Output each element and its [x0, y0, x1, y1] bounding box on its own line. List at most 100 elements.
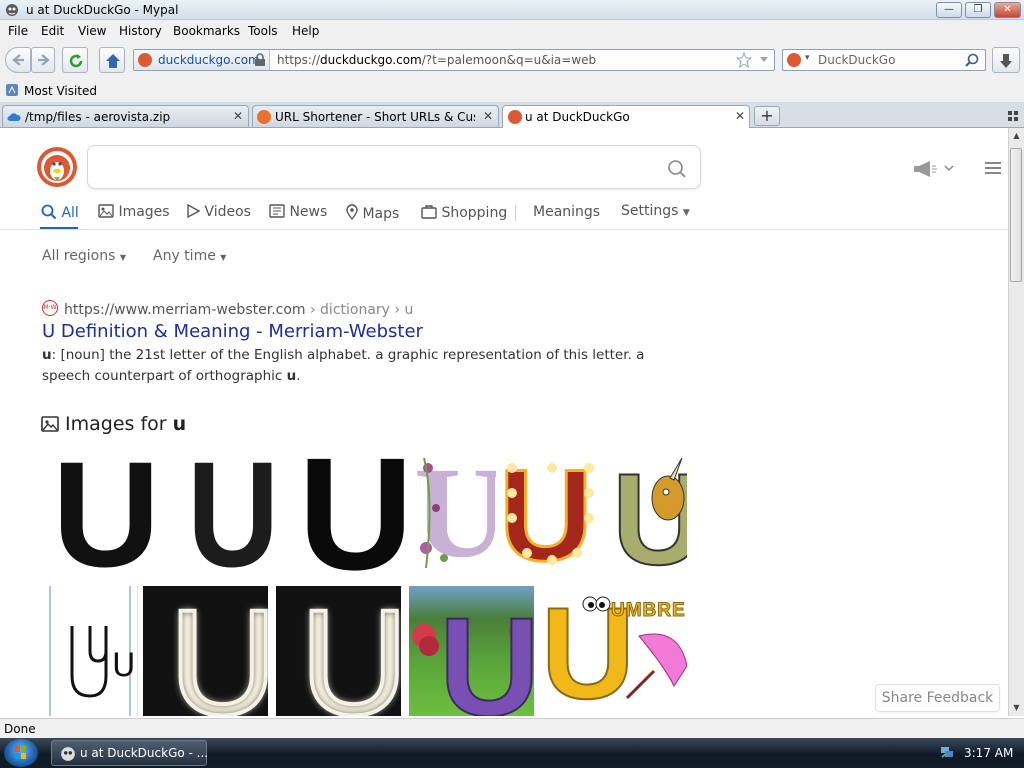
search-icon[interactable] [965, 53, 979, 67]
tab-close-icon[interactable]: ✕ [233, 109, 243, 123]
image-result[interactable]: U [409, 586, 534, 716]
taskbar-item-browser[interactable]: u at DuckDuckGo - ... [51, 740, 208, 766]
back-arrow-icon [12, 54, 24, 66]
duckduckgo-favicon-icon [138, 53, 152, 67]
ddg-tab-label: Settings [621, 203, 679, 219]
bitly-favicon-icon [257, 110, 271, 124]
merriam-webster-favicon-icon: M·W [42, 300, 58, 316]
tab-aerovista[interactable]: /tmp/files - aerovista.zip ✕ [2, 105, 249, 127]
result-title-link[interactable]: U Definition & Meaning - Merriam-Webster [42, 321, 423, 342]
scrollbar-thumb[interactable] [1010, 148, 1022, 282]
home-button[interactable] [99, 47, 125, 73]
ddg-tab-shopping[interactable]: Shopping [421, 204, 507, 221]
forward-button[interactable] [31, 47, 55, 73]
image-letter: U [298, 586, 401, 716]
image-result[interactable]: U [42, 586, 138, 716]
tab-duckduckgo[interactable]: u at DuckDuckGo ✕ [502, 105, 750, 129]
image-result[interactable]: U [163, 448, 285, 576]
search-engine-box[interactable]: ▾ DuckDuckGo [782, 49, 986, 71]
region-filter[interactable]: All regions ▼ [42, 248, 126, 264]
time-filter-label: Any time [153, 248, 216, 264]
menu-view[interactable]: View [78, 24, 106, 38]
home-icon [106, 54, 120, 68]
cloud-icon [7, 113, 21, 121]
duckduckgo-logo[interactable] [37, 147, 77, 187]
bookmark-star-icon[interactable] [736, 52, 752, 68]
reload-button[interactable] [62, 47, 88, 73]
close-window-button[interactable]: ✕ [994, 2, 1021, 18]
play-icon [187, 203, 201, 219]
image-result[interactable]: U [414, 448, 496, 576]
url-domain: duckduckgo.com [320, 53, 422, 67]
image-result[interactable]: U [610, 448, 687, 576]
menu-file[interactable]: File [8, 24, 28, 38]
ddg-tab-videos[interactable]: Videos [186, 203, 251, 220]
url-prefix: https:// [277, 53, 321, 67]
time-filter[interactable]: Any time ▼ [153, 248, 226, 264]
hamburger-menu-icon[interactable] [985, 161, 1001, 175]
new-tab-button[interactable]: + [754, 106, 780, 126]
ddg-tab-news[interactable]: News [269, 204, 327, 220]
megaphone-icon[interactable] [912, 160, 938, 178]
downloads-button[interactable] [992, 47, 1020, 73]
ddg-tab-all[interactable]: All [41, 204, 79, 221]
menu-history[interactable]: History [119, 24, 162, 38]
search-engine-icon[interactable] [787, 53, 801, 67]
clock[interactable]: 3:17 AM [964, 746, 1013, 760]
bookmark-most-visited[interactable]: Most Visited [24, 84, 97, 98]
images-heading[interactable]: Images for u [65, 413, 186, 435]
minimize-button[interactable]: — [936, 2, 962, 18]
search-engine-dropdown-icon[interactable]: ▾ [805, 53, 810, 63]
windows-logo-icon [15, 746, 26, 759]
scroll-up-arrow-icon[interactable]: ▲ [1009, 128, 1024, 144]
tab-close-icon[interactable]: ✕ [735, 109, 745, 123]
image-result[interactable]: U [288, 448, 412, 576]
url-dropdown-icon[interactable] [759, 56, 769, 64]
menu-help[interactable]: Help [292, 24, 319, 38]
maximize-button[interactable]: ❐ [965, 2, 991, 18]
menu-edit[interactable]: Edit [41, 24, 64, 38]
start-button[interactable] [4, 739, 38, 767]
tab-list-icon[interactable] [1008, 111, 1018, 121]
image-result[interactable]: U [143, 586, 268, 716]
ddg-settings-dropdown[interactable]: Settings ▼ [621, 203, 690, 219]
snippet-text: : [noun] the 21st letter of the English … [42, 347, 645, 384]
image-result[interactable]: U [276, 586, 401, 716]
search-icon[interactable] [667, 159, 687, 179]
image-result[interactable]: U [497, 448, 607, 576]
image-letter: U [52, 448, 160, 576]
ddg-tab-maps[interactable]: Maps [346, 204, 399, 222]
menu-bookmarks[interactable]: Bookmarks [173, 24, 240, 38]
chevron-down-icon[interactable] [944, 165, 954, 172]
scroll-down-arrow-icon[interactable]: ▼ [1009, 700, 1024, 716]
lock-icon [255, 53, 265, 66]
network-tray-icon[interactable] [940, 745, 954, 759]
images-heading-query: u [172, 413, 187, 435]
duck-icon [41, 151, 73, 183]
tab-close-icon[interactable]: ✕ [483, 109, 493, 123]
site-identity-button[interactable]: duckduckgo.com [134, 50, 270, 70]
status-text: Done [4, 722, 36, 736]
search-icon [41, 204, 57, 220]
ddg-tab-label: Shopping [441, 205, 508, 221]
menu-tools[interactable]: Tools [248, 24, 278, 38]
image-result[interactable]: U [42, 448, 160, 576]
result-url[interactable]: https://www.merriam-webster.com › dictio… [64, 302, 413, 318]
ddg-tab-images[interactable]: Images [98, 204, 170, 220]
app-icon [6, 4, 18, 16]
region-filter-label: All regions [42, 248, 116, 264]
url-rest: /?t=palemoon&q=u&ia=web [421, 53, 597, 67]
status-bar: Done [0, 718, 1024, 738]
image-letter: U [112, 646, 136, 684]
result-snippet: u: [noun] the 21st letter of the English… [42, 345, 662, 387]
share-feedback-button[interactable]: Share Feedback [875, 684, 1000, 712]
url-text[interactable]: https://duckduckgo.com/?t=palemoon&q=u&i… [277, 53, 596, 67]
bookmarks-toolbar: Most Visited [0, 80, 1024, 102]
ddg-tab-label: Meanings [533, 204, 601, 220]
ddg-tab-meanings[interactable]: Meanings [533, 204, 600, 220]
image-result[interactable]: U UMBRE [541, 586, 687, 716]
tab-url-shortener[interactable]: URL Shortener - Short URLs & Custo... ✕ [252, 105, 499, 127]
back-button[interactable] [5, 47, 31, 73]
newspaper-icon [269, 204, 285, 218]
ddg-search-input[interactable] [87, 145, 701, 189]
